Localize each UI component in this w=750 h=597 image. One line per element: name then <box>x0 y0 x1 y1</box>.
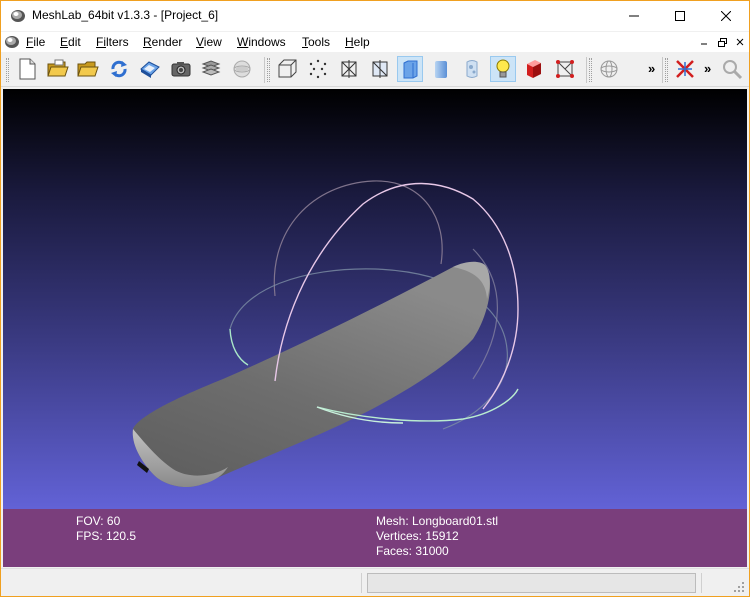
title-bar[interactable]: MeshLab_64bit v1.3.3 - [Project_6] <box>1 1 749 31</box>
mdi-minimize-button[interactable] <box>697 35 711 49</box>
menu-view[interactable]: View <box>196 35 222 49</box>
light-button[interactable] <box>490 56 516 82</box>
toolbar-overflow-right[interactable]: » <box>704 61 711 76</box>
mdi-close-button[interactable] <box>733 35 747 49</box>
menu-bar: File Edit Filters Render View Windows To… <box>1 32 749 52</box>
smooth-shading-button[interactable] <box>428 56 454 82</box>
status-separator <box>701 573 702 593</box>
maximize-button[interactable] <box>657 1 703 31</box>
document-logo-icon[interactable] <box>4 34 20 50</box>
toolbar-separator <box>586 57 587 83</box>
layers-icon <box>201 60 221 76</box>
toolbar-grip[interactable] <box>589 58 592 82</box>
trackball-button[interactable] <box>596 56 622 82</box>
menu-file[interactable]: File <box>26 35 45 49</box>
snapshot-button[interactable] <box>168 56 194 82</box>
menu-filters[interactable]: Filters <box>96 35 129 49</box>
menu-edit[interactable]: Edit <box>60 35 81 49</box>
menu-windows[interactable]: Windows <box>237 35 286 49</box>
disabled-sphere-button[interactable] <box>229 56 255 82</box>
points-button[interactable] <box>305 56 331 82</box>
selected-faces-button[interactable] <box>552 56 578 82</box>
toolbar-grip[interactable] <box>6 58 9 82</box>
save-button[interactable] <box>137 56 163 82</box>
new-project-button[interactable] <box>14 56 40 82</box>
hidden-lines-button[interactable] <box>367 56 393 82</box>
open-mesh-icon <box>77 61 99 77</box>
hidden-lines-icon <box>372 60 388 78</box>
minimize-icon <box>629 15 639 17</box>
close-icon <box>721 11 731 21</box>
mesh-render[interactable] <box>3 89 747 509</box>
bbox-icon <box>278 59 297 78</box>
wireframe-button[interactable] <box>336 56 362 82</box>
toolbar-grip[interactable] <box>665 58 668 82</box>
backface-icon <box>527 60 541 78</box>
texture-button[interactable] <box>459 56 485 82</box>
fps-readout: FPS: 120.5 <box>76 529 137 543</box>
maximize-icon <box>675 11 685 21</box>
zoom-icon <box>723 60 743 80</box>
new-project-icon <box>19 58 36 80</box>
longboard-mesh[interactable] <box>132 261 491 488</box>
toolbar-overflow-left[interactable]: » <box>648 61 655 76</box>
mesh-name: Mesh: Longboard01.stl <box>376 514 499 528</box>
layers-button[interactable] <box>198 56 224 82</box>
open-project-button[interactable] <box>45 56 71 82</box>
menu-help[interactable]: Help <box>345 35 370 49</box>
fov-readout: FOV: 60 <box>76 514 121 528</box>
meshlab-logo-icon <box>11 10 25 22</box>
restore-icon <box>717 37 727 47</box>
texture-icon <box>466 60 478 78</box>
wireframe-icon <box>341 60 357 78</box>
menu-tools[interactable]: Tools <box>302 35 330 49</box>
reload-button[interactable] <box>106 56 132 82</box>
toolbar-separator <box>662 57 663 83</box>
selected-faces-icon <box>556 60 574 78</box>
face-count: Faces: 31000 <box>376 544 449 558</box>
backface-button[interactable] <box>521 56 547 82</box>
zoom-button[interactable] <box>719 56 745 82</box>
menu-render[interactable]: Render <box>143 35 182 49</box>
reload-icon <box>111 60 127 78</box>
open-project-icon <box>47 59 69 77</box>
points-icon <box>309 59 327 79</box>
disabled-sphere-icon <box>233 60 251 78</box>
resize-grip-icon[interactable] <box>733 581 745 593</box>
light-icon <box>496 59 510 78</box>
manipulator-icon <box>676 60 694 78</box>
mdi-restore-button[interactable] <box>715 35 729 49</box>
render-info-panel: FOV: 60 FPS: 120.5 Mesh: Longboard01.stl… <box>3 509 747 567</box>
snapshot-icon <box>171 62 191 77</box>
toolbar-grip[interactable] <box>267 58 270 82</box>
app-window: MeshLab_64bit v1.3.3 - [Project_6] File … <box>0 0 750 597</box>
3d-viewport[interactable] <box>3 89 747 509</box>
window-title: MeshLab_64bit v1.3.3 - [Project_6] <box>32 8 219 22</box>
vertex-count: Vertices: 15912 <box>376 529 459 543</box>
open-mesh-button[interactable] <box>75 56 101 82</box>
status-bar <box>1 568 749 596</box>
minimize-button[interactable] <box>611 1 657 31</box>
minimize-icon <box>701 43 707 45</box>
flat-shading-icon <box>403 60 418 79</box>
progress-bar <box>367 573 696 593</box>
smooth-shading-icon <box>435 61 447 78</box>
close-button[interactable] <box>703 1 749 31</box>
manipulator-button[interactable] <box>672 56 698 82</box>
bbox-button[interactable] <box>274 56 300 82</box>
main-toolbar: » » <box>1 53 749 87</box>
save-icon <box>140 61 160 78</box>
status-separator <box>361 573 362 593</box>
toolbar-separator <box>264 57 265 83</box>
trackball-icon <box>600 60 618 78</box>
close-icon <box>736 38 744 46</box>
flat-shading-button[interactable] <box>397 56 423 82</box>
